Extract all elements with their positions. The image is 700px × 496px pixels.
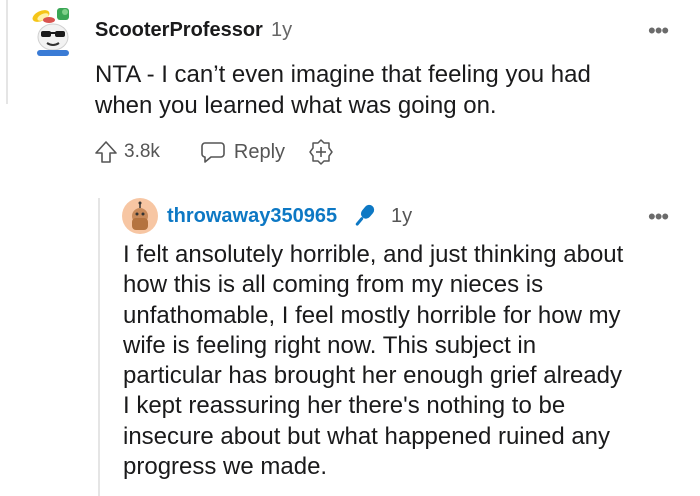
reply-thread-line — [98, 198, 100, 496]
award-button[interactable] — [307, 138, 335, 166]
comment-line: NTA - I can’t even imagine that feeling … — [95, 61, 591, 88]
comment-age: 1y — [271, 19, 293, 41]
upvote-button[interactable]: 3.8k — [94, 140, 160, 164]
comment-actions: 3.8k Reply — [94, 136, 335, 168]
reply-author[interactable]: throwaway350965 — [167, 205, 337, 228]
reply-line: wife is feeling right now. This subject … — [123, 331, 537, 359]
reply-button[interactable]: Reply — [200, 140, 285, 164]
thread-line — [6, 0, 8, 104]
reply-age: 1y — [391, 205, 413, 227]
reply-icon — [201, 142, 225, 163]
microphone-icon — [348, 200, 380, 237]
reply-line: particular has brought her enough grief … — [123, 362, 622, 390]
reply-line: insecure about but what happened ruined … — [123, 422, 611, 450]
reply-line: progress we made. — [123, 453, 328, 481]
vote-count: 3.8k — [124, 141, 160, 162]
comment-body: NTA - I can’t even imagine that feeling … — [95, 59, 685, 121]
comment-author[interactable]: ScooterProfessor — [95, 19, 263, 42]
reply-line: I felt ansolutely horrible, and just thi… — [123, 241, 624, 268]
award-icon — [309, 139, 333, 165]
reply-line: how this is all coming from my nieces is — [123, 271, 544, 299]
upvote-icon — [95, 141, 117, 163]
user-avatar[interactable] — [27, 6, 79, 58]
reply-line: unfathomable, I feel mostly horrible for… — [123, 301, 621, 329]
reply-label: Reply — [233, 140, 286, 163]
reply-line: I kept reassuring her there's nothing to… — [123, 392, 566, 420]
reply-body: I felt ansolutely horrible, and just thi… — [123, 240, 683, 482]
reply-avatar[interactable] — [122, 198, 158, 234]
more-options-icon[interactable]: ••• — [648, 18, 669, 44]
more-options-icon[interactable]: ••• — [648, 204, 669, 230]
comment-line: when you learned what was going on. — [95, 92, 497, 119]
